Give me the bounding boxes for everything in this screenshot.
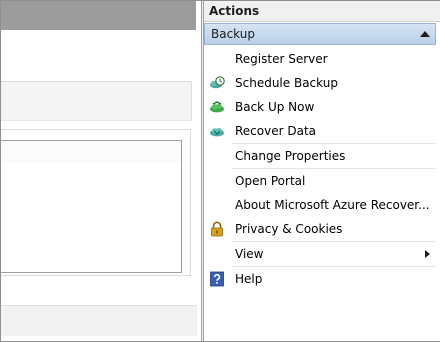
center-pane-title-bar xyxy=(1,1,196,30)
actions-pane: Actions Backup Register Server Schedule … xyxy=(204,1,440,341)
center-pane-bottom-section xyxy=(1,305,197,336)
action-label: Schedule Backup xyxy=(235,76,338,90)
action-back-up-now[interactable]: Back Up Now xyxy=(204,96,436,118)
action-label: Change Properties xyxy=(235,149,346,163)
action-label: Open Portal xyxy=(235,174,306,188)
app-window: Actions Backup Register Server Schedule … xyxy=(0,0,440,342)
action-separator xyxy=(232,143,436,144)
action-view[interactable]: View xyxy=(204,243,436,265)
backup-section-header[interactable]: Backup xyxy=(204,23,436,45)
action-label: Help xyxy=(235,272,263,286)
recover-data-icon xyxy=(209,123,225,139)
actions-pane-header: Actions xyxy=(204,1,440,22)
backup-section-title: Backup xyxy=(211,27,255,41)
submenu-arrow-icon xyxy=(425,250,430,258)
list-view[interactable] xyxy=(1,162,182,273)
action-label: Privacy & Cookies xyxy=(235,222,343,236)
action-separator xyxy=(232,241,436,242)
action-label: About Microsoft Azure Recover... xyxy=(235,198,430,212)
action-separator xyxy=(232,168,436,169)
center-pane-section-header xyxy=(1,81,192,121)
action-privacy-cookies[interactable]: Privacy & Cookies xyxy=(204,218,436,240)
help-icon xyxy=(209,271,225,287)
schedule-backup-icon xyxy=(209,75,225,91)
action-label: Back Up Now xyxy=(235,100,315,114)
action-label: View xyxy=(235,247,264,261)
lock-icon xyxy=(209,221,225,237)
backup-now-icon xyxy=(209,99,225,115)
action-recover-data[interactable]: Recover Data xyxy=(204,120,436,142)
collapse-up-icon[interactable] xyxy=(420,31,430,37)
action-label: Recover Data xyxy=(235,124,317,138)
list-view-column-header[interactable] xyxy=(1,140,182,164)
action-open-portal[interactable]: Open Portal xyxy=(204,170,436,192)
action-register-server[interactable]: Register Server xyxy=(204,48,436,70)
action-separator xyxy=(232,266,436,267)
action-help[interactable]: Help xyxy=(204,268,436,290)
actions-title: Actions xyxy=(209,4,260,18)
action-label: Register Server xyxy=(235,52,328,66)
center-pane xyxy=(1,1,201,341)
action-about[interactable]: About Microsoft Azure Recover... xyxy=(204,194,436,216)
action-change-properties[interactable]: Change Properties xyxy=(204,145,436,167)
action-schedule-backup[interactable]: Schedule Backup xyxy=(204,72,436,94)
